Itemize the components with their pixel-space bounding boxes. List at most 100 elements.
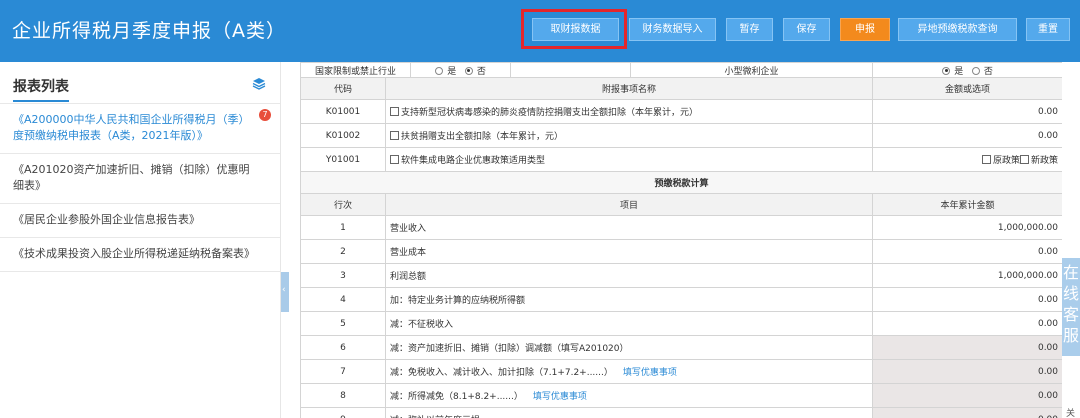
attach-name-cell: 支持新型冠状病毒感染的肺炎疫情防控捐赠支出全额扣除（本年累计，元） [384,99,874,124]
remote-prepaid-tax-query-button[interactable]: 异地预缴税款查询 [898,18,1017,41]
temp-save-button[interactable]: 暂存 [726,18,773,41]
old-policy-checkbox[interactable] [981,155,991,164]
fetch-report-data-button[interactable]: 取财报数据 [532,18,619,41]
page-title: 企业所得税月季度申报（A类） [12,20,286,42]
sidebar-item-a200000[interactable]: 《A200000中华人民共和国企业所得税月（季）度预缴纳税申报表（A类，2021… [0,104,280,154]
calc-row-1: 1 营业收入 1,000,000.00 [300,215,1062,240]
attach-header-row: 代码 附报事项名称 金额或选项 [300,77,1062,100]
calc-row-9: 9 减：弥补以前年度亏损 0.00 [300,407,1062,418]
attach-code: K01001 [300,99,386,124]
calc-row-5: 5 减：不征税收入 0.00 [300,311,1062,336]
restricted-no-radio[interactable] [464,66,473,75]
line-item: 营业收入 [384,215,874,240]
notification-badge: 7 [259,109,271,121]
col-header-item: 项目 [384,193,874,216]
line-value[interactable]: 1,000,000.00 [872,263,1062,288]
line-item: 减：资产加速折旧、摊销（扣除）调减额（填写A201020） [384,335,874,360]
import-finance-data-button[interactable]: 财务数据导入 [629,18,716,41]
calc-row-8: 8 减：所得减免（8.1+8.2+......） 填写优惠事项 0.00 [300,383,1062,408]
attach-name: 支持新型冠状病毒感染的肺炎疫情防控捐赠支出全额扣除（本年累计，元） [401,108,699,118]
line-no: 2 [300,239,386,264]
small-micro-yes-radio[interactable] [942,66,951,75]
fill-preference-link[interactable]: 填写优惠事项 [533,392,587,402]
declaration-table: 国家限制或禁止行业 是 否 小型微利企业 是 否 代码 附报事项名称 金额或选项… [300,62,1062,418]
calc-row-6: 6 减：资产加速折旧、摊销（扣除）调减额（填写A201020） 0.00 [300,335,1062,360]
sidebar-item-foreign-shareholding[interactable]: 《居民企业参股外国企业信息报告表》 [0,204,280,238]
radio-label: 否 [476,66,486,77]
sidebar-collapse-handle[interactable]: ‹ [281,272,289,312]
line-no: 8 [300,383,386,408]
calc-row-4: 4 加：特定业务计算的应纳税所得额 0.00 [300,287,1062,312]
col-header-amount-option: 金额或选项 [872,77,1062,100]
declaration-form: 国家限制或禁止行业 是 否 小型微利企业 是 否 代码 附报事项名称 金额或选项… [300,62,1062,418]
sidebar-header: 报表列表 [0,62,280,104]
line-value: 0.00 [872,335,1062,360]
industry-status-row: 国家限制或禁止行业 是 否 小型微利企业 是 否 [300,62,1062,78]
sidebar-item-label: 《A201020资产加速折旧、摊销（扣除）优惠明细表》 [13,163,250,192]
attach-checkbox[interactable] [390,155,399,164]
line-value[interactable]: 1,000,000.00 [872,215,1062,240]
line-no: 4 [300,287,386,312]
col-header-code: 代码 [300,77,386,100]
attach-name-cell: 软件集成电路企业优惠政策适用类型 [384,147,874,172]
line-value: 0.00 [872,359,1062,384]
attach-value[interactable]: 0.00 [872,123,1062,148]
radio-label: 是 [954,66,964,77]
line-item: 减：免税收入、减计收入、加计扣除（7.1+7.2+......） [390,368,613,378]
sidebar-item-tech-investment[interactable]: 《技术成果投资入股企业所得税递延纳税备案表》 [0,238,280,272]
save-button[interactable]: 保存 [783,18,830,41]
line-value[interactable]: 0.00 [872,311,1062,336]
line-item: 营业成本 [384,239,874,264]
attach-checkbox[interactable] [390,107,399,116]
col-header-ytd-amount: 本年累计金额 [872,193,1062,216]
small-micro-no-radio[interactable] [971,66,980,75]
sidebar-item-label: 《A200000中华人民共和国企业所得税月（季）度预缴纳税申报表（A类，2021… [13,113,250,142]
new-policy-checkbox[interactable] [1020,155,1029,164]
calc-row-7: 7 减：免税收入、减计收入、加计扣除（7.1+7.2+......） 填写优惠事项… [300,359,1062,384]
attach-name: 扶贫捐赠支出全额扣除（本年累计，元） [401,132,564,142]
sidebar-item-a201020[interactable]: 《A201020资产加速折旧、摊销（扣除）优惠明细表》 [0,154,280,204]
line-no: 3 [300,263,386,288]
attach-value[interactable]: 0.00 [872,99,1062,124]
policy-options-cell: 原政策 新政策 [872,147,1062,172]
calc-row-2: 2 营业成本 0.00 [300,239,1062,264]
empty-cell [510,62,632,78]
report-list-sidebar: 报表列表 《A200000中华人民共和国企业所得税月（季）度预缴纳税申报表（A类… [0,62,281,418]
calc-row-3: 3 利润总额 1,000,000.00 [300,263,1062,288]
line-item: 利润总额 [384,263,874,288]
top-header: 企业所得税月季度申报（A类） 取财报数据 财务数据导入 暂存 保存 申报 异地预… [0,0,1080,62]
line-item-cell: 减：所得减免（8.1+8.2+......） 填写优惠事项 [384,383,874,408]
restricted-industry-options: 是 否 [410,62,512,78]
old-policy-label: 原政策 [992,156,1020,166]
line-value: 0.00 [872,407,1062,418]
attach-checkbox[interactable] [390,131,399,140]
radio-label: 是 [447,66,457,77]
attach-code: K01002 [300,123,386,148]
line-no: 1 [300,215,386,240]
attach-name: 软件集成电路企业优惠政策适用类型 [401,156,546,166]
layers-icon[interactable] [252,77,266,90]
attach-code: Y01001 [300,147,386,172]
chevron-left-icon: ‹ [282,285,286,295]
attach-row-k01001: K01001 支持新型冠状病毒感染的肺炎疫情防控捐赠支出全额扣除（本年累计，元）… [300,99,1062,124]
radio-label: 否 [983,66,993,77]
line-value[interactable]: 0.00 [872,287,1062,312]
attach-row-k01002: K01002 扶贫捐赠支出全额扣除（本年累计，元） 0.00 [300,123,1062,148]
restricted-yes-radio[interactable] [435,66,444,75]
line-no: 9 [300,407,386,418]
calc-header-row: 行次 项目 本年累计金额 [300,193,1062,216]
submit-declaration-button[interactable]: 申报 [840,18,890,41]
small-micro-label: 小型微利企业 [630,62,874,78]
corner-text: 关 [1066,409,1076,418]
col-header-line-no: 行次 [300,193,386,216]
fill-preference-link[interactable]: 填写优惠事项 [623,368,677,378]
attach-name-cell: 扶贫捐赠支出全额扣除（本年累计，元） [384,123,874,148]
line-item-cell: 减：免税收入、减计收入、加计扣除（7.1+7.2+......） 填写优惠事项 [384,359,874,384]
line-item: 加：特定业务计算的应纳税所得额 [384,287,874,312]
reset-button[interactable]: 重置 [1026,18,1070,41]
col-header-attach-name: 附报事项名称 [384,77,874,100]
line-value[interactable]: 0.00 [872,239,1062,264]
line-item: 减：所得减免（8.1+8.2+......） [390,392,523,402]
line-no: 7 [300,359,386,384]
online-service-tab[interactable]: 在线客服 [1062,258,1080,356]
